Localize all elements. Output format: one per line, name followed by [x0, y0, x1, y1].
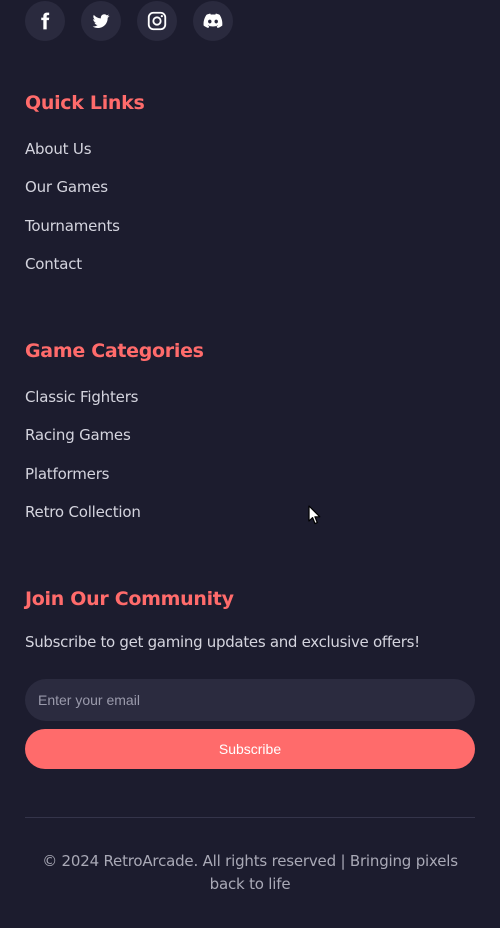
quick-link-our-games[interactable]: Our Games	[25, 177, 120, 215]
instagram-link[interactable]	[137, 1, 177, 41]
social-links	[25, 1, 233, 41]
category-link-classic-fighters[interactable]: Classic Fighters	[25, 387, 141, 425]
category-link-racing-games[interactable]: Racing Games	[25, 425, 141, 463]
facebook-link[interactable]	[25, 1, 65, 41]
twitter-icon	[91, 11, 111, 31]
quick-links-list: About Us Our Games Tournaments Contact	[25, 139, 120, 293]
instagram-icon	[146, 10, 168, 32]
category-link-platformers[interactable]: Platformers	[25, 464, 141, 502]
facebook-icon	[35, 11, 55, 31]
discord-icon	[202, 10, 224, 32]
copyright-text: © 2024 RetroArcade. All rights reserved …	[42, 852, 458, 893]
site-footer: Quick Links About Us Our Games Tournamen…	[0, 0, 500, 928]
subscribe-button[interactable]: Subscribe	[25, 729, 475, 769]
discord-link[interactable]	[193, 1, 233, 41]
mouse-cursor-icon	[308, 505, 321, 529]
community-description: Subscribe to get gaming updates and excl…	[25, 633, 420, 651]
email-input[interactable]	[25, 679, 475, 721]
quick-link-contact[interactable]: Contact	[25, 254, 120, 292]
quick-link-tournaments[interactable]: Tournaments	[25, 216, 120, 254]
quick-link-about-us[interactable]: About Us	[25, 139, 120, 177]
game-categories-list: Classic Fighters Racing Games Platformer…	[25, 387, 141, 541]
community-title: Join Our Community	[25, 588, 234, 610]
twitter-link[interactable]	[81, 1, 121, 41]
quick-links-title: Quick Links	[25, 92, 145, 114]
footer-divider	[25, 817, 475, 818]
category-link-retro-collection[interactable]: Retro Collection	[25, 502, 141, 540]
game-categories-title: Game Categories	[25, 340, 204, 362]
